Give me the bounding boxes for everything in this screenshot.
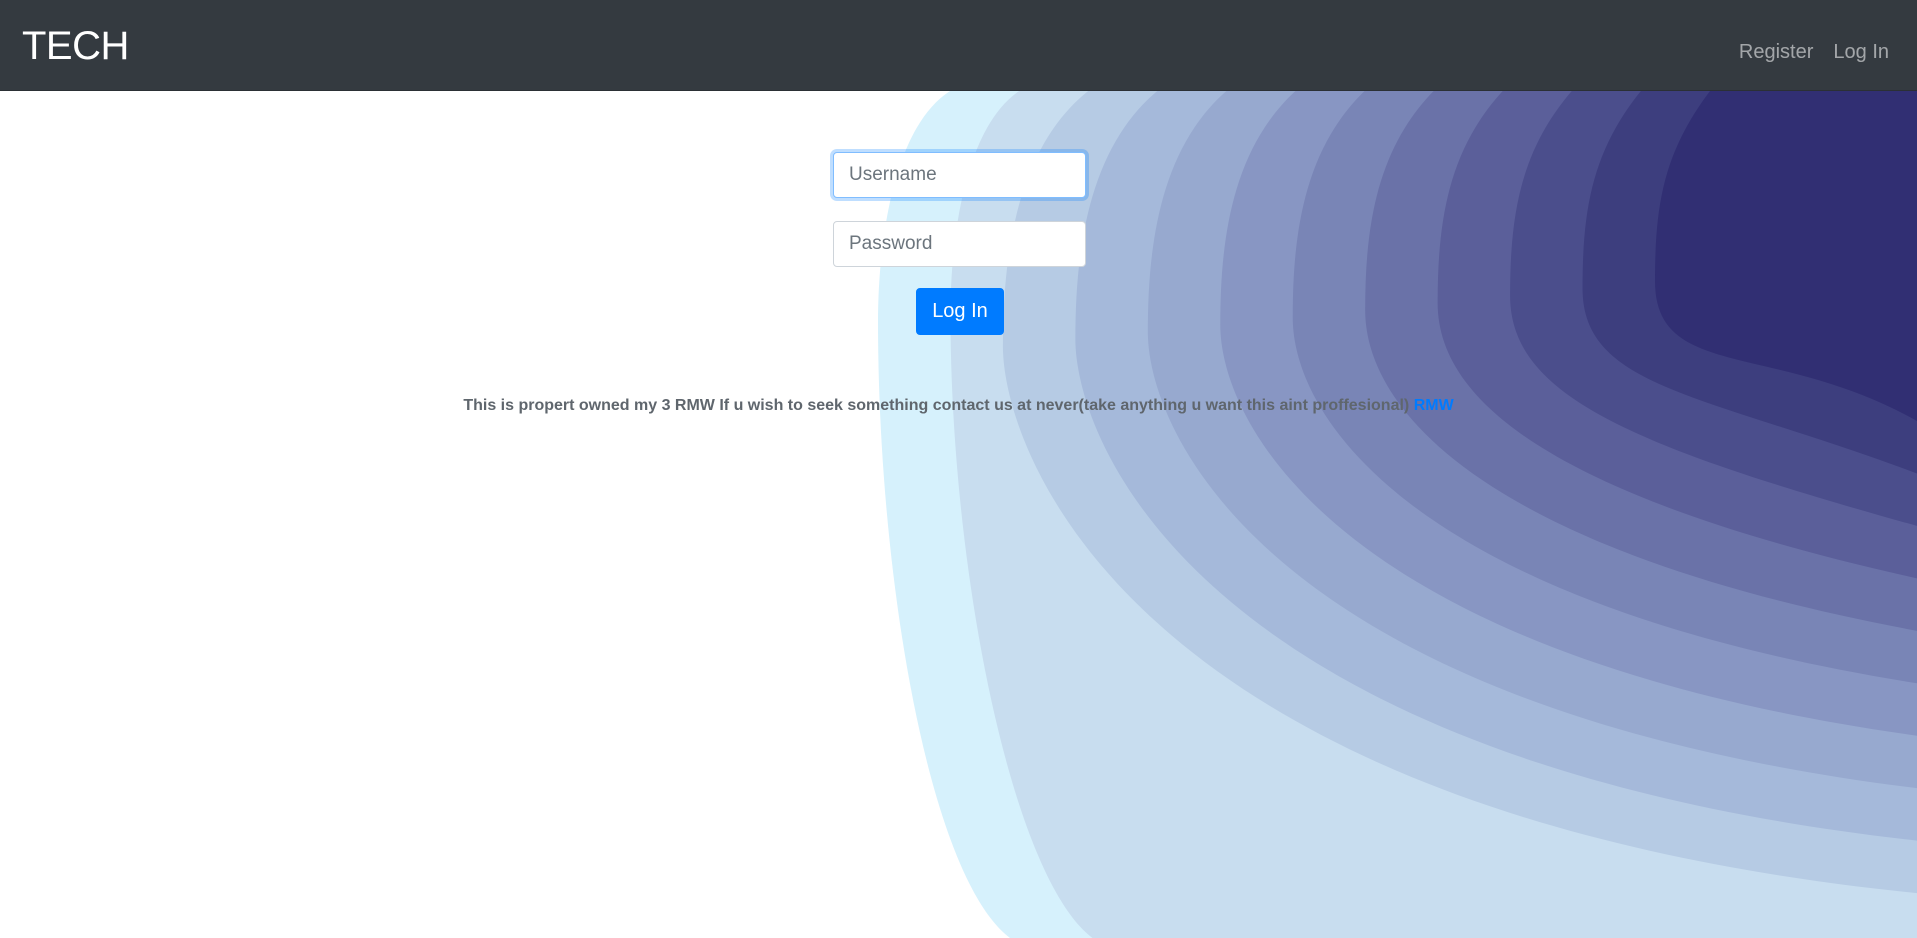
footer-note: This is propert owned my 3 RMW If u wish… — [0, 397, 1917, 415]
nav-login-link[interactable]: Log In — [1833, 38, 1889, 66]
top-navbar: TECH Register Log In — [0, 0, 1917, 91]
password-input[interactable] — [833, 221, 1086, 267]
login-page: Log In This is propert owned my 3 RMW If… — [0, 91, 1917, 938]
footer-text: This is propert owned my 3 RMW If u wish… — [463, 397, 1410, 414]
username-input[interactable] — [833, 152, 1086, 198]
nav-links: Register Log In — [1739, 38, 1889, 66]
login-submit-button[interactable]: Log In — [916, 288, 1004, 335]
footer-rmw-link[interactable]: RMW — [1414, 397, 1454, 414]
nav-register-link[interactable]: Register — [1739, 38, 1813, 66]
brand-logo[interactable]: TECH — [22, 22, 129, 70]
